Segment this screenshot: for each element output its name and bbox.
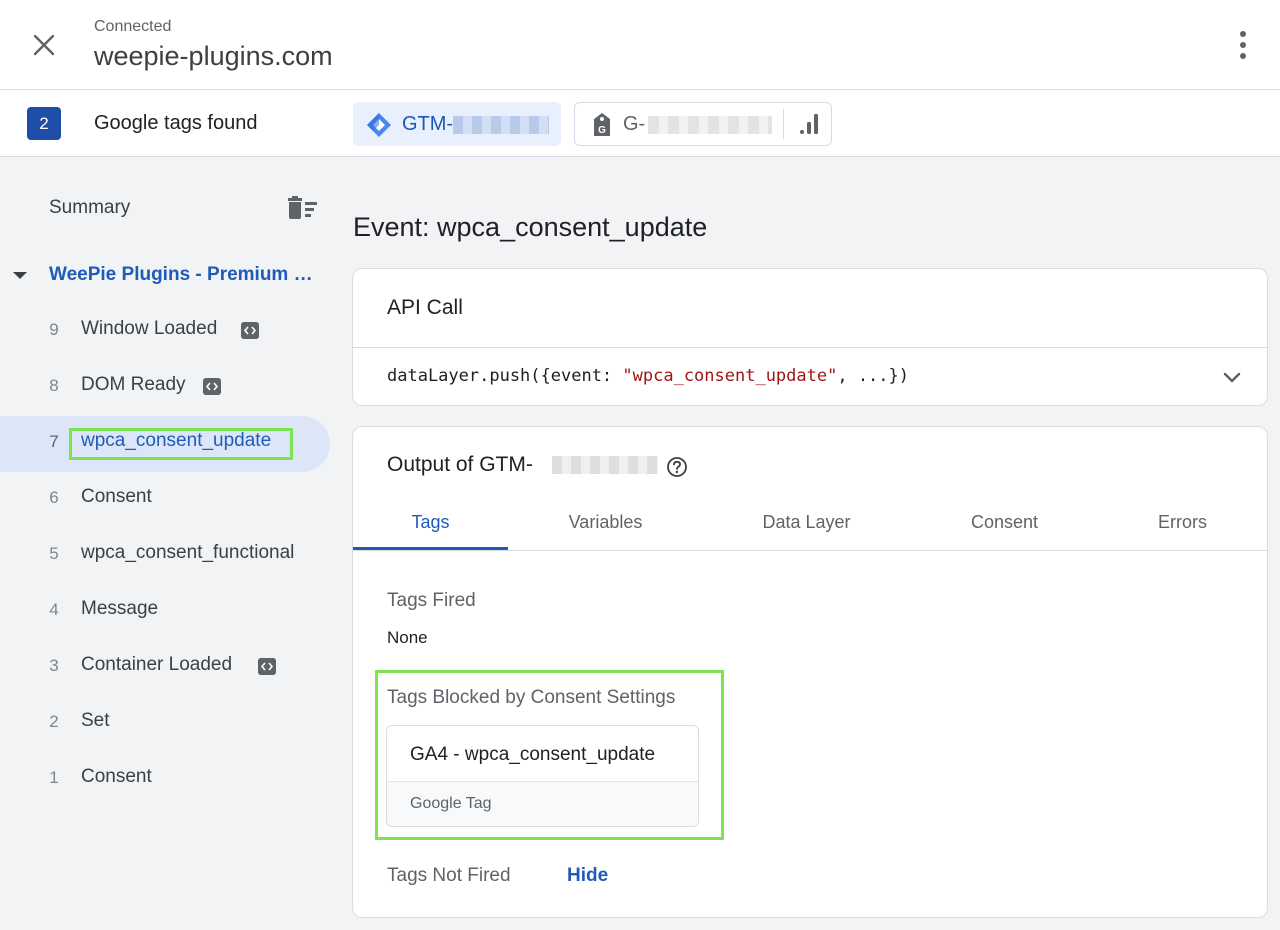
expand-api-call-button[interactable] (1219, 364, 1245, 390)
tags-not-fired-title: Tags Not Fired (387, 865, 511, 886)
help-button[interactable] (666, 456, 688, 478)
event-item-wpca-consent-update[interactable]: 7 wpca_consent_update (0, 416, 330, 472)
code-prefix: dataLayer.push({event: (387, 366, 623, 386)
event-item-dom-ready[interactable]: 8 DOM Ready (0, 360, 330, 416)
event-number: 8 (49, 376, 59, 395)
app-header: Connected weepie-plugins.com (0, 0, 1280, 90)
event-number: 7 (49, 432, 59, 451)
tags-fired-title: Tags Fired (387, 590, 476, 611)
event-item-window-loaded[interactable]: 9 Window Loaded (0, 304, 330, 360)
divider (353, 347, 1267, 348)
event-sidebar: Summary WeePie Plugins - Premium WP plug… (0, 157, 340, 930)
analytics-bars-icon (800, 114, 818, 134)
event-item-consent[interactable]: 6 Consent (0, 472, 330, 528)
google-tag-icon: G (594, 113, 610, 136)
event-number: 5 (49, 544, 59, 563)
event-number: 3 (49, 656, 59, 675)
gtm-id-prefix: GTM- (402, 113, 454, 135)
output-tabs: Tags Variables Data Layer Consent Errors (353, 499, 1267, 551)
ga-tag-chip[interactable]: G G- (574, 102, 832, 146)
summary-label[interactable]: Summary (49, 197, 130, 219)
event-label: Consent (81, 766, 152, 787)
event-title: Event: wpca_consent_update (353, 212, 708, 242)
delete-sweep-icon (288, 196, 317, 219)
api-call-title: API Call (387, 296, 463, 319)
highlight-box (69, 428, 293, 460)
caret-down-icon (13, 272, 27, 279)
event-number: 9 (49, 320, 59, 339)
event-label: Consent (81, 486, 152, 507)
tab-tags[interactable]: Tags (353, 499, 508, 550)
close-button[interactable] (26, 27, 62, 63)
tags-found-label: Google tags found (94, 112, 258, 134)
event-label: Window Loaded (81, 318, 218, 339)
more-vert-icon (1240, 31, 1246, 59)
help-circle-icon (667, 457, 687, 477)
tags-count-badge: 2 (27, 107, 61, 140)
tag-type: Google Tag (410, 795, 492, 812)
code-badge-icon (203, 378, 221, 395)
tag-name: GA4 - wpca_consent_update (410, 744, 656, 765)
event-label: DOM Ready (81, 374, 186, 395)
api-call-code: dataLayer.push({event: "wpca_consent_upd… (387, 366, 909, 386)
more-options-button[interactable] (1228, 28, 1258, 62)
redacted-gtm-id (453, 116, 549, 134)
code-suffix: , ...}) (837, 366, 909, 386)
site-title: weepie-plugins.com (94, 41, 333, 71)
tab-variables[interactable]: Variables (528, 499, 683, 550)
event-item-container-loaded[interactable]: 3 Container Loaded (0, 640, 330, 696)
chip-divider (783, 109, 784, 139)
container-row[interactable]: WeePie Plugins - Premium WP plugins (0, 261, 330, 291)
tab-errors[interactable]: Errors (1105, 499, 1260, 550)
event-item-set[interactable]: 2 Set (0, 696, 330, 752)
event-number: 4 (49, 600, 59, 619)
blocked-tag-card[interactable]: GA4 - wpca_consent_update Google Tag (386, 725, 699, 827)
close-icon (33, 34, 55, 56)
tags-blocked-title: Tags Blocked by Consent Settings (387, 687, 676, 708)
svg-text:G: G (598, 125, 606, 136)
active-tab-indicator (353, 547, 508, 550)
event-item-consent-initial[interactable]: 1 Consent (0, 752, 330, 808)
event-number: 6 (49, 488, 59, 507)
code-string: "wpca_consent_update" (622, 366, 838, 386)
gtm-diamond-icon (367, 113, 391, 137)
tab-data-layer[interactable]: Data Layer (729, 499, 884, 550)
event-label: Message (81, 598, 159, 619)
gtm-container-chip[interactable]: GTM- (353, 102, 561, 146)
tab-consent[interactable]: Consent (927, 499, 1082, 550)
google-tags-bar: 2 Google tags found GTM- G G- (0, 90, 1280, 157)
connection-status: Connected (94, 18, 172, 35)
redacted-container-id (552, 456, 658, 474)
event-label: Container Loaded (81, 654, 233, 675)
output-title: Output of GTM- (387, 453, 533, 476)
code-badge-icon (241, 322, 259, 339)
chevron-down-icon (1223, 372, 1241, 383)
redacted-ga-id (648, 116, 772, 134)
ga-id-prefix: G- (623, 113, 646, 135)
event-item-message[interactable]: 4 Message (0, 584, 330, 640)
event-label: Set (81, 710, 110, 731)
tag-footer: Google Tag (387, 781, 698, 826)
output-card: Output of GTM- Tags Variables Data Layer… (352, 426, 1268, 918)
container-name: WeePie Plugins - Premium WP plugins (49, 264, 319, 285)
event-number: 1 (49, 768, 59, 787)
event-number: 2 (49, 712, 59, 731)
clear-messages-button[interactable] (285, 195, 319, 223)
tags-fired-value: None (387, 628, 428, 647)
code-badge-icon (258, 658, 276, 675)
event-item-wpca-consent-functional[interactable]: 5 wpca_consent_functional (0, 528, 330, 584)
api-call-card: API Call dataLayer.push({event: "wpca_co… (352, 268, 1268, 406)
hide-not-fired-button[interactable]: Hide (567, 865, 608, 887)
main-panel: Event: wpca_consent_update API Call data… (340, 157, 1280, 930)
event-label: wpca_consent_functional (81, 542, 295, 563)
